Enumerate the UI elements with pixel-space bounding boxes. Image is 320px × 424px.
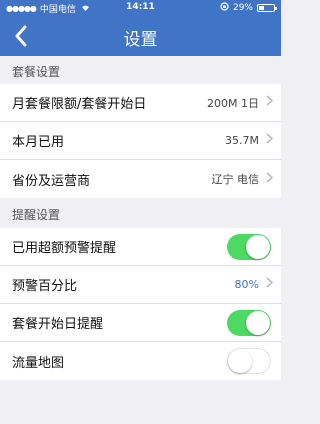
row-label: 预警百分比 bbox=[12, 279, 78, 294]
row-value: 35.7M bbox=[225, 134, 259, 147]
row-province-carrier[interactable]: 省份及运营商 辽宁 电信 bbox=[0, 160, 281, 198]
chevron-right-icon bbox=[266, 277, 274, 292]
row-value: 80% bbox=[234, 278, 259, 291]
row-value: 辽宁 电信 bbox=[211, 173, 260, 186]
row-label: 套餐开始日提醒 bbox=[12, 317, 104, 332]
chevron-right-icon bbox=[266, 133, 274, 148]
plan-settings-group: 月套餐限额/套餐开始日 200M 1日 本月已用 35.7M 省份及运营商 辽宁… bbox=[0, 84, 281, 198]
alert-settings-group: 已用超额预警提醒 预警百分比 80% 套餐开始日提醒 流量地图 bbox=[0, 228, 281, 380]
row-label: 流量地图 bbox=[12, 355, 65, 371]
traffic-map-toggle[interactable] bbox=[227, 348, 271, 374]
battery-percent: 29% bbox=[232, 2, 253, 13]
row-used-this-month[interactable]: 本月已用 35.7M bbox=[0, 122, 281, 160]
battery-icon bbox=[257, 3, 277, 12]
row-traffic-map: 流量地图 bbox=[0, 342, 281, 380]
page-title: 设置 bbox=[123, 30, 158, 50]
row-plan-start-reminder: 套餐开始日提醒 bbox=[0, 304, 281, 342]
row-label: 省份及运营商 bbox=[12, 173, 91, 189]
chevron-right-icon bbox=[266, 95, 274, 110]
row-overuse-alert: 已用超额预警提醒 bbox=[0, 228, 281, 266]
chevron-right-icon bbox=[266, 171, 274, 187]
row-label: 本月已用 bbox=[12, 135, 65, 150]
header-bar: ●●●●● 中国电信 14:11 29% 设置 bbox=[0, 0, 281, 56]
overuse-alert-toggle[interactable] bbox=[227, 233, 271, 260]
section-label-alert: 提醒设置 bbox=[12, 208, 61, 222]
nav-bar: 设置 bbox=[0, 16, 281, 56]
row-alert-percent[interactable]: 预警百分比 80% bbox=[0, 266, 281, 304]
status-bar: ●●●●● 中国电信 14:11 29% bbox=[0, 0, 281, 16]
section-label-plan: 套餐设置 bbox=[12, 65, 61, 79]
row-value: 200M 1日 bbox=[207, 96, 259, 110]
rotation-lock-icon bbox=[220, 2, 229, 13]
row-plan-limit[interactable]: 月套餐限额/套餐开始日 200M 1日 bbox=[0, 84, 281, 122]
row-label: 月套餐限额/套餐开始日 bbox=[12, 97, 147, 112]
plan-start-reminder-toggle[interactable] bbox=[227, 309, 271, 336]
row-label: 已用超额预警提醒 bbox=[12, 241, 117, 256]
